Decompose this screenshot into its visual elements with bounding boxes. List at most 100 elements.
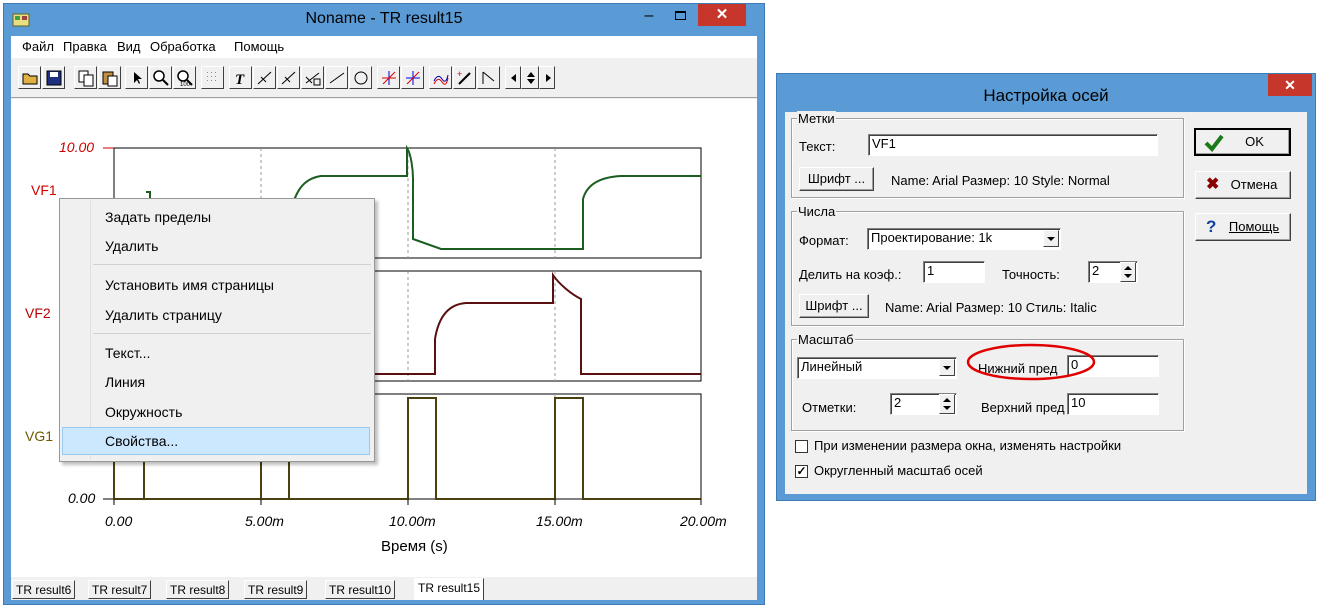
tab-tr-result6[interactable]: TR result6 xyxy=(12,580,76,599)
round-scale-checkbox-label: Округленный масштаб осей xyxy=(814,463,983,478)
maximize-button[interactable] xyxy=(668,8,694,28)
ctx-set-page-name[interactable]: Установить имя страницы xyxy=(105,277,274,293)
precision-spinner[interactable] xyxy=(1120,262,1136,282)
minimize-button[interactable]: – xyxy=(636,8,662,28)
main-window: Noname - TR result15 – ✕ Файл Правка Вид… xyxy=(3,3,765,605)
dialog-title: Настройка осей xyxy=(983,86,1109,105)
copy-icon[interactable] xyxy=(74,66,97,89)
cursor-a-icon[interactable] xyxy=(253,66,276,89)
context-menu: Задать пределы Удалить Установить имя ст… xyxy=(59,198,375,462)
format-value: Проектирование: 1k xyxy=(871,230,993,245)
y-bottom-label: 0.00 xyxy=(68,490,96,506)
save-icon[interactable] xyxy=(42,66,65,89)
x-tick-5m: 5.00m xyxy=(245,513,284,529)
menu-edit[interactable]: Правка xyxy=(63,39,107,54)
ctx-text[interactable]: Текст... xyxy=(105,345,150,361)
close-button[interactable]: ✕ xyxy=(698,4,746,26)
scale-select[interactable]: Линейный xyxy=(797,357,957,379)
ctx-properties[interactable]: Свойства... xyxy=(105,433,178,449)
menu-help[interactable]: Помощь xyxy=(234,39,284,54)
menu-view[interactable]: Вид xyxy=(117,39,141,54)
highlight-ellipse xyxy=(966,343,1096,381)
svg-text:+: + xyxy=(457,69,462,79)
circle-tool-icon[interactable] xyxy=(349,66,372,89)
menu-bar: Файл Правка Вид Обработка Помощь xyxy=(11,36,757,58)
round-scale-checkbox[interactable]: ✓ xyxy=(795,465,808,478)
cursor-y-icon[interactable] xyxy=(401,66,424,89)
resize-checkbox[interactable] xyxy=(795,440,808,453)
probe-icon[interactable]: + xyxy=(453,66,476,89)
ctx-delete[interactable]: Удалить xyxy=(105,238,158,254)
format-select[interactable]: Проектирование: 1k xyxy=(867,228,1061,250)
curves-icon[interactable] xyxy=(429,66,452,89)
ticks-spinner[interactable] xyxy=(939,394,955,414)
x-axis-label: Время (s) xyxy=(381,538,448,555)
title-bar[interactable]: Noname - TR result15 – ✕ xyxy=(4,4,764,36)
divide-input[interactable]: 1 xyxy=(923,261,985,283)
text-label: Текст: xyxy=(799,139,836,154)
scroll-left-icon[interactable] xyxy=(505,66,521,89)
labels-font-button[interactable]: Шрифт ... xyxy=(799,167,874,191)
cursor-b-icon[interactable] xyxy=(277,66,300,89)
numbers-font-button[interactable]: Шрифт ... xyxy=(799,294,869,318)
scale-value: Линейный xyxy=(801,359,863,374)
ctx-line[interactable]: Линия xyxy=(105,374,145,390)
text-tool-icon[interactable]: T xyxy=(229,66,252,89)
resize-checkbox-label: При изменении размера окна, изменять нас… xyxy=(814,438,1122,453)
open-icon[interactable] xyxy=(18,66,41,89)
tab-tr-result7[interactable]: TR result7 xyxy=(88,580,152,599)
dialog-close-button[interactable]: ✕ xyxy=(1268,74,1312,96)
help-button[interactable]: ? Помощь xyxy=(1195,213,1291,241)
help-question-icon: ? xyxy=(1206,217,1217,236)
x-tick-10m: 10.00m xyxy=(389,513,436,529)
ctx-circle[interactable]: Окружность xyxy=(105,404,182,420)
precision-value: 2 xyxy=(1092,263,1100,278)
tab-tr-result9[interactable]: TR result9 xyxy=(244,580,308,599)
paste-icon[interactable] xyxy=(98,66,121,89)
line-tool-icon[interactable] xyxy=(325,66,348,89)
upper-limit-label: Верхний пред xyxy=(981,400,1065,415)
numbers-group-title: Числа xyxy=(797,204,837,219)
slope-icon[interactable] xyxy=(477,66,500,89)
precision-label: Точность: xyxy=(1002,267,1060,282)
fourier-icon[interactable] xyxy=(301,66,324,89)
trace-label-vf1[interactable]: VF1 xyxy=(31,182,57,198)
axis-settings-dialog: Настройка осей ✕ Метки Текст: VF1 Шрифт … xyxy=(776,73,1316,501)
ticks-input[interactable]: 2 xyxy=(890,393,957,415)
precision-input[interactable]: 2 xyxy=(1088,261,1138,283)
cancel-button[interactable]: ✖ Отмена xyxy=(1195,171,1291,199)
trace-label-vf2[interactable]: VF2 xyxy=(25,305,51,321)
scroll-up-down-icon[interactable] xyxy=(521,66,539,89)
upper-limit-input[interactable]: 10 xyxy=(1067,393,1159,415)
tab-tr-result10[interactable]: TR result10 xyxy=(325,580,396,599)
ticks-label: Отметки: xyxy=(802,400,857,415)
ticks-value: 2 xyxy=(894,395,902,410)
zoom-100-icon[interactable]: 100 xyxy=(173,66,196,89)
scale-group-title: Масштаб xyxy=(797,332,855,347)
chevron-down-icon[interactable] xyxy=(939,359,955,376)
x-tick-20m: 20.00m xyxy=(680,513,727,529)
cursor-x-icon[interactable] xyxy=(377,66,400,89)
menu-file[interactable]: Файл xyxy=(22,39,54,54)
zoom-in-icon[interactable] xyxy=(149,66,172,89)
labels-group-title: Метки xyxy=(797,111,836,126)
format-label: Формат: xyxy=(799,233,849,248)
grid-icon[interactable] xyxy=(201,66,224,89)
ok-button[interactable]: OK xyxy=(1194,128,1291,156)
tab-tr-result8[interactable]: TR result8 xyxy=(166,580,230,599)
chevron-down-icon[interactable] xyxy=(1043,230,1059,247)
text-input[interactable]: VF1 xyxy=(868,134,1158,156)
ctx-set-limits[interactable]: Задать пределы xyxy=(105,209,211,225)
toolbar: 100 T + xyxy=(11,58,757,98)
trace-label-vg1[interactable]: VG1 xyxy=(25,428,53,444)
scroll-right-icon[interactable] xyxy=(539,66,555,89)
tab-tr-result15[interactable]: TR result15 xyxy=(414,578,485,600)
labels-font-info: Name: Arial Размер: 10 Style: Normal xyxy=(891,173,1110,188)
pointer-icon[interactable] xyxy=(125,66,148,89)
svg-text:100: 100 xyxy=(180,82,191,87)
divide-label: Делить на коэф.: xyxy=(799,267,902,282)
x-tick-0: 0.00 xyxy=(105,513,133,529)
ctx-delete-page[interactable]: Удалить страницу xyxy=(105,307,222,323)
numbers-font-info: Name: Arial Размер: 10 Стиль: Italic xyxy=(885,300,1097,315)
menu-processing[interactable]: Обработка xyxy=(150,39,216,54)
